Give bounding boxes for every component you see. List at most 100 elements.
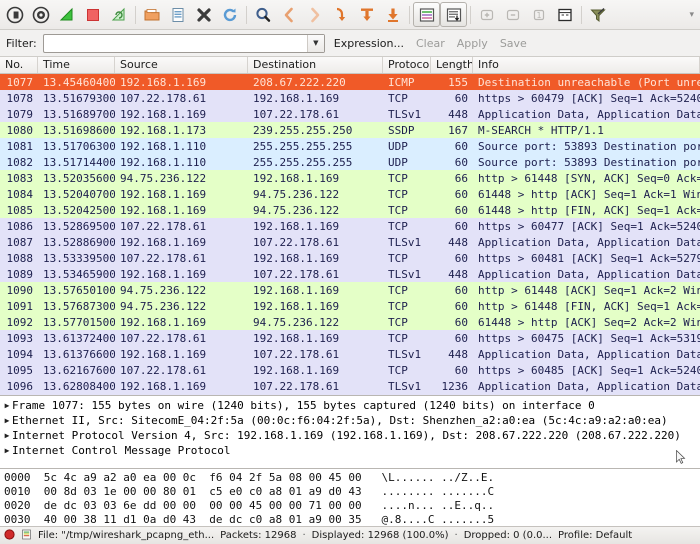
table-row[interactable]: 1081 13.517063000 192.168.1.110 255.255.255… <box>0 138 700 154</box>
colorize-packet-list-icon[interactable] <box>413 2 440 27</box>
table-row[interactable]: 1079 13.516897000 192.168.1.169 107.22.178.… <box>0 106 700 122</box>
table-row[interactable]: 1088 13.533395000 107.22.178.61 192.168.1.1… <box>0 250 700 266</box>
expand-triangle-icon[interactable]: ▶ <box>2 443 12 458</box>
column-header-destination[interactable]: Destination <box>248 57 383 73</box>
cell-source: 107.22.178.61 <box>120 363 207 377</box>
normal-size-icon[interactable]: 1 <box>526 2 552 28</box>
cell-time: 13.520425000 <box>43 203 115 217</box>
cell-length: 60 <box>454 203 468 217</box>
cell-destination: 94.75.236.122 <box>253 315 340 329</box>
hex-dump-line[interactable]: 0030 40 00 38 11 d1 0a d0 43 de dc c0 a8… <box>4 513 700 526</box>
packet-details-pane[interactable]: ▶ Frame 1077: 155 bytes on wire (1240 bit… <box>0 395 700 468</box>
table-row[interactable]: 1083 13.520356000 94.75.236.122 192.168.1.1… <box>0 170 700 186</box>
table-row[interactable]: 1077 13.454604000 192.168.1.169 208.67.222.… <box>0 74 700 90</box>
table-row[interactable]: 1086 13.528695000 107.22.178.61 192.168.1.1… <box>0 218 700 234</box>
stop-capture-icon[interactable] <box>80 2 106 28</box>
profile-indicator[interactable]: Profile: Default <box>558 530 632 541</box>
close-icon[interactable] <box>191 2 217 28</box>
column-header-no[interactable]: No. <box>0 57 38 73</box>
packet-list-rows[interactable]: 1077 13.454604000 192.168.1.169 208.67.222.… <box>0 74 700 395</box>
restart-capture-icon[interactable] <box>106 2 132 28</box>
interfaces-icon[interactable] <box>2 2 28 28</box>
filter-combobox[interactable]: ▼ <box>42 33 325 53</box>
cell-time: 13.621676000 <box>43 363 115 377</box>
packet-bytes-pane[interactable]: 0000 5c 4c a9 a2 a0 ea 00 0c f6 04 2f 5a… <box>0 468 700 526</box>
expand-triangle-icon[interactable]: ▶ <box>2 398 12 413</box>
cell-no: 1094 <box>6 347 34 361</box>
column-header-time[interactable]: Time <box>38 57 115 73</box>
table-row[interactable]: 1093 13.613724000 107.22.178.61 192.168.1.1… <box>0 330 700 346</box>
expand-triangle-icon[interactable]: ▶ <box>2 428 12 443</box>
cell-source: 192.168.1.169 <box>120 235 207 249</box>
go-to-first-packet-icon[interactable] <box>354 2 380 28</box>
go-back-icon[interactable] <box>276 2 302 28</box>
cell-no: 1077 <box>6 75 34 89</box>
table-row[interactable]: 1084 13.520407000 192.168.1.169 94.75.236.1… <box>0 186 700 202</box>
reload-icon[interactable] <box>217 2 243 28</box>
table-row[interactable]: 1078 13.516793000 107.22.178.61 192.168.1.1… <box>0 90 700 106</box>
go-forward-icon[interactable] <box>302 2 328 28</box>
cell-length: 60 <box>454 315 468 329</box>
table-row[interactable]: 1090 13.576501000 94.75.236.122 192.168.1.1… <box>0 282 700 298</box>
column-header-length[interactable]: Length <box>431 57 473 73</box>
cell-time: 13.534659000 <box>43 267 115 281</box>
cell-time: 13.577015000 <box>43 315 115 329</box>
packet-list-header[interactable]: No. Time Source Destination Protocol Length In… <box>0 57 700 74</box>
table-row[interactable]: 1082 13.517144000 192.168.1.110 255.255.255… <box>0 154 700 170</box>
column-header-info[interactable]: Info <box>473 57 700 73</box>
hex-dump-line[interactable]: 0010 00 8d 03 1e 00 00 80 01 c5 e0 c0 a8… <box>4 485 700 499</box>
detail-tree-label: Frame 1077: 155 bytes on wire (1240 bits… <box>12 399 595 412</box>
search-icon[interactable] <box>250 2 276 28</box>
table-row[interactable]: 1096 13.628084000 192.168.1.169 107.22.178.… <box>0 378 700 394</box>
table-row[interactable]: 1087 13.528869000 192.168.1.169 107.22.178.… <box>0 234 700 250</box>
cell-info: http > 61448 [SYN, ACK] Seq=0 Ack=1 Wi <box>478 171 700 185</box>
cell-destination: 192.168.1.169 <box>253 283 340 297</box>
expression-button[interactable]: Expression... <box>331 37 407 50</box>
toolbar-separator <box>470 5 471 24</box>
cell-length: 60 <box>454 155 468 169</box>
column-header-source[interactable]: Source <box>115 57 248 73</box>
expert-info-icon[interactable] <box>21 529 32 543</box>
go-to-last-packet-icon[interactable] <box>380 2 406 28</box>
start-capture-icon[interactable] <box>54 2 80 28</box>
cell-protocol: TCP <box>388 251 408 265</box>
expand-triangle-icon[interactable]: ▶ <box>2 413 12 428</box>
save-filter-button[interactable]: Save <box>497 37 530 50</box>
cell-protocol: UDP <box>388 155 408 169</box>
cell-length: 60 <box>454 299 468 313</box>
cell-info: 61448 > http [ACK] Seq=1 Ack=1 Win=663 <box>478 187 700 201</box>
detail-tree-item[interactable]: ▶ Frame 1077: 155 bytes on wire (1240 bit… <box>2 398 700 413</box>
hex-dump-line[interactable]: 0000 5c 4c a9 a2 a0 ea 00 0c f6 04 2f 5a… <box>4 471 700 485</box>
table-row[interactable]: 1092 13.577015000 192.168.1.169 94.75.236.1… <box>0 314 700 330</box>
auto-scroll-live-capture-icon[interactable] <box>440 2 467 27</box>
table-row[interactable]: 1085 13.520425000 192.168.1.169 94.75.236.1… <box>0 202 700 218</box>
table-row[interactable]: 1091 13.576873000 94.75.236.122 192.168.1.1… <box>0 298 700 314</box>
stop-record-icon[interactable] <box>4 528 15 543</box>
detail-tree-item[interactable]: ▶ Ethernet II, Src: SitecomE_04:2f:5a (00… <box>2 413 700 428</box>
hex-dump-line[interactable]: 0020 de dc 03 03 6e dd 00 00 00 00 45 00… <box>4 499 700 513</box>
go-to-packet-icon[interactable] <box>328 2 354 28</box>
zoom-out-icon[interactable] <box>500 2 526 28</box>
clear-filter-button[interactable]: Clear <box>413 37 448 50</box>
table-row[interactable]: 1094 13.613766000 192.168.1.169 107.22.178.… <box>0 346 700 362</box>
packet-list-pane[interactable]: No. Time Source Destination Protocol Length In… <box>0 57 700 395</box>
apply-filter-button[interactable]: Apply <box>454 37 491 50</box>
detail-tree-item[interactable]: ▶ Internet Control Message Protocol <box>2 443 700 458</box>
column-header-protocol[interactable]: Protocol <box>383 57 431 73</box>
main-toolbar: 1 ▾ <box>0 0 700 30</box>
table-row[interactable]: 1089 13.534659000 192.168.1.169 107.22.178.… <box>0 266 700 282</box>
save-file-icon[interactable] <box>165 2 191 28</box>
toolbar-overflow-button[interactable]: ▾ <box>685 0 698 30</box>
resize-columns-icon[interactable] <box>552 2 578 28</box>
zoom-in-icon[interactable] <box>474 2 500 28</box>
table-row[interactable]: 1095 13.621676000 107.22.178.61 192.168.1.1… <box>0 362 700 378</box>
detail-tree-item[interactable]: ▶ Internet Protocol Version 4, Src: 192.1… <box>2 428 700 443</box>
filter-input[interactable] <box>43 34 307 52</box>
filter-dropdown-arrow[interactable]: ▼ <box>306 34 324 52</box>
cell-protocol: TLSv1 <box>388 347 422 361</box>
open-file-icon[interactable] <box>139 2 165 28</box>
capture-options-icon[interactable] <box>28 2 54 28</box>
capture-filters-icon[interactable] <box>585 2 611 28</box>
cell-destination: 192.168.1.169 <box>253 363 340 377</box>
table-row[interactable]: 1080 13.516986000 192.168.1.173 239.255.255… <box>0 122 700 138</box>
